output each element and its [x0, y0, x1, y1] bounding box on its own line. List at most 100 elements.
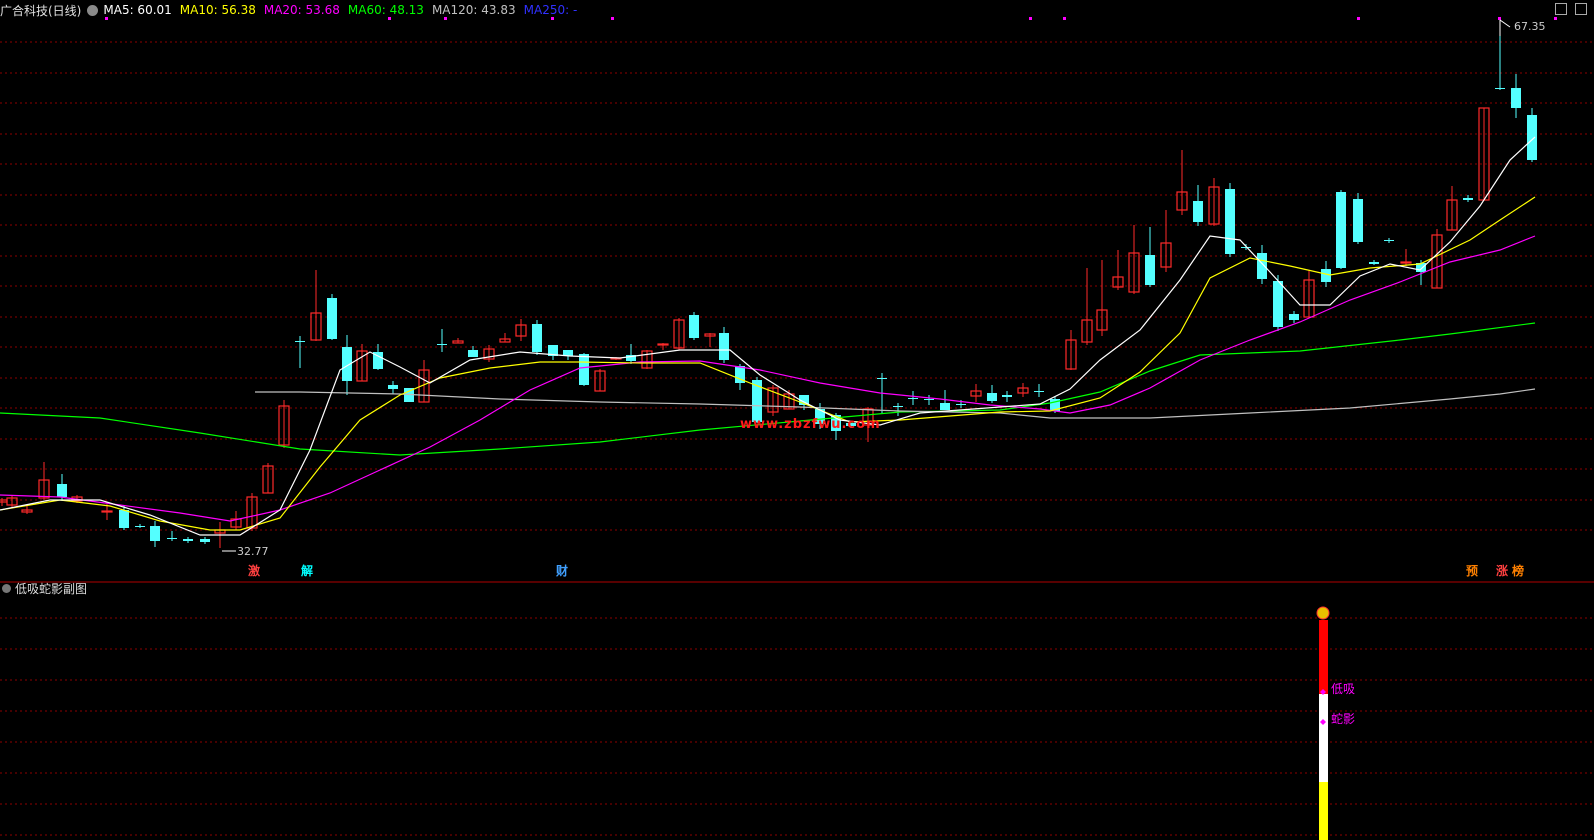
- candle: [1303, 270, 1315, 318]
- candle: [437, 329, 447, 352]
- money-bag-icon: [1316, 606, 1330, 620]
- candle-body: [183, 539, 193, 541]
- ma250-value: MA250: -: [523, 3, 578, 17]
- candle: [21, 506, 33, 514]
- candle: [767, 385, 779, 416]
- indicator-label-low-buy: 低吸: [1331, 682, 1355, 696]
- candle-body: [940, 403, 950, 410]
- indicator-bar-yellow: [1319, 782, 1328, 840]
- candle-body: [1225, 189, 1235, 254]
- candle: [1273, 275, 1283, 331]
- candle-body: [1034, 391, 1044, 392]
- candle-body: [1527, 115, 1537, 160]
- candle-body: [1145, 255, 1155, 285]
- candle: [452, 338, 464, 344]
- signal-label: 激: [248, 563, 260, 578]
- candle-body: [57, 484, 67, 497]
- high-price-label: 67.35: [1514, 20, 1546, 33]
- candle-body: [1511, 88, 1521, 108]
- signal-label: 榜: [1512, 563, 1524, 578]
- candle-body: [1400, 261, 1412, 264]
- candle: [1369, 260, 1379, 265]
- candle: [1511, 74, 1521, 118]
- candle-body: [893, 406, 903, 407]
- candle: [1336, 190, 1346, 269]
- candle: [310, 270, 322, 341]
- indicator-bar-white: [1319, 694, 1328, 782]
- candle: [641, 350, 653, 369]
- candle-body: [987, 393, 997, 401]
- candle: [1176, 150, 1188, 215]
- settings-icon[interactable]: [87, 4, 99, 16]
- candle-body: [1369, 262, 1379, 264]
- top-dot: [1498, 17, 1501, 20]
- ma5-line: [0, 136, 1536, 536]
- candle: [499, 333, 511, 343]
- indicator-label-snake-shadow: 蛇影: [1331, 711, 1355, 726]
- candle: [924, 395, 934, 405]
- top-dot: [1063, 17, 1066, 20]
- ma120-line: [255, 388, 1536, 419]
- restore-window-icon[interactable]: [1555, 3, 1567, 15]
- candle-body: [1257, 253, 1267, 279]
- candle-body: [200, 539, 210, 542]
- candle: [1257, 245, 1267, 284]
- candle: [468, 346, 478, 357]
- candle-body: [1495, 88, 1505, 89]
- stock-title[interactable]: 广合科技(日线): [0, 2, 81, 19]
- candle-body: [1273, 281, 1283, 327]
- candle: [295, 336, 305, 368]
- indicator-header: 低吸蛇影副图: [0, 580, 87, 596]
- candle-body: [167, 538, 177, 539]
- signal-label: 预: [1466, 564, 1478, 578]
- candle: [704, 333, 716, 347]
- candle-body: [327, 298, 337, 339]
- top-dot: [1554, 17, 1557, 20]
- candle: [673, 318, 685, 350]
- ma5-value: MA5: 60.01: [103, 3, 172, 17]
- candle: [1527, 108, 1537, 162]
- top-dot: [1029, 17, 1032, 20]
- candle-body: [437, 344, 447, 345]
- candle: [327, 294, 337, 340]
- candle: [483, 345, 495, 362]
- candle: [515, 319, 527, 341]
- chart-header: 广合科技(日线) MA5: 60.01 MA10: 56.38 MA20: 53…: [0, 1, 585, 19]
- candle-body: [1289, 314, 1299, 320]
- candle: [689, 312, 699, 340]
- candle: [1208, 178, 1220, 226]
- lower-indicator: 低吸蛇影: [1316, 606, 1355, 840]
- candle-body: [1353, 199, 1363, 242]
- candle: [1225, 183, 1235, 257]
- candle: [1400, 249, 1412, 266]
- candle-body: [295, 341, 305, 342]
- candle: [548, 345, 558, 360]
- moving-average-lines: [0, 136, 1536, 536]
- candle: [532, 320, 542, 355]
- candle-body: [908, 398, 918, 399]
- candle: [183, 537, 193, 543]
- candle-body: [719, 333, 729, 360]
- candle: [6, 496, 18, 507]
- candle: [150, 521, 160, 547]
- candle: [38, 462, 50, 500]
- candle: [1384, 238, 1394, 243]
- candle: [135, 524, 145, 528]
- indicator-title[interactable]: 低吸蛇影副图: [15, 580, 87, 597]
- candle: [200, 537, 210, 544]
- top-dot: [1357, 17, 1360, 20]
- candle: [719, 327, 729, 363]
- stock-chart[interactable]: 67.35 32.77 www.zbzfwu.com 激 解 财 预 涨榜 低吸蛇影: [0, 0, 1594, 840]
- candle: [167, 531, 177, 541]
- candle: [1478, 107, 1490, 201]
- candle-body: [0, 499, 8, 503]
- candle: [262, 463, 274, 494]
- candle: [1128, 225, 1140, 294]
- high-pointer: [1499, 19, 1511, 28]
- close-window-icon[interactable]: [1575, 3, 1587, 15]
- candle: [388, 381, 398, 394]
- ma10-value: MA10: 56.38: [179, 3, 256, 17]
- candle: [1289, 311, 1299, 323]
- indicator-dot-icon[interactable]: [2, 583, 11, 593]
- candle: [1160, 210, 1172, 272]
